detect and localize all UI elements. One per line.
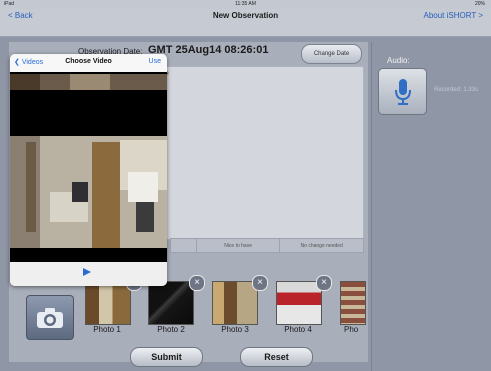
reset-button[interactable]: Reset <box>240 347 313 367</box>
photo-label: Pho <box>344 325 359 334</box>
about-button[interactable]: About iSHORT > <box>423 11 483 20</box>
photo-label: Photo 4 <box>284 325 312 334</box>
choose-video-popover: Choose Video ❮ Videos Use <box>10 54 167 286</box>
submit-button[interactable]: Submit <box>130 347 203 367</box>
videos-back-button[interactable]: ❮ Videos <box>14 58 43 66</box>
photo-label: Photo 1 <box>93 325 121 334</box>
photo-thumbnail[interactable] <box>212 281 258 325</box>
observation-text-field[interactable] <box>150 66 364 240</box>
video-frame-image <box>10 72 167 262</box>
play-icon[interactable] <box>82 267 92 277</box>
videos-back-label: Videos <box>21 59 44 66</box>
page-title: New Observation <box>212 11 279 20</box>
chevron-left-icon: ❮ <box>14 59 20 66</box>
video-preview[interactable] <box>10 72 167 262</box>
clock-label: 11:35 AM <box>235 1 256 7</box>
back-button[interactable]: < Back <box>8 11 33 20</box>
camera-button[interactable] <box>26 295 74 340</box>
segment-no-change-needed[interactable]: No change needed <box>279 239 363 252</box>
microphone-icon <box>394 78 411 105</box>
photo-thumbnail[interactable] <box>276 281 322 325</box>
record-audio-button[interactable] <box>378 68 427 115</box>
segment-1[interactable] <box>171 239 196 252</box>
status-bar: iPad 11:35 AM 20% <box>0 0 491 9</box>
battery-label: 20% <box>474 1 485 7</box>
delete-photo-icon[interactable]: × <box>189 275 205 291</box>
segment-nice-to-have[interactable]: Nice to have <box>195 239 280 252</box>
photo-thumbnail[interactable] <box>340 281 366 325</box>
audio-label: Audio: <box>387 56 410 65</box>
photo-thumbnail[interactable] <box>148 281 194 325</box>
photo-label: Photo 3 <box>221 325 249 334</box>
delete-photo-icon[interactable]: × <box>252 275 268 291</box>
use-video-button[interactable]: Use <box>149 58 161 65</box>
camera-icon <box>37 307 63 328</box>
priority-segmented-control: Nice to have No change needed <box>170 238 364 253</box>
change-date-button[interactable]: Change Date <box>301 44 362 64</box>
photo-label: Photo 2 <box>157 325 185 334</box>
recorded-duration: Recorded: 1.33s <box>434 87 479 93</box>
photo-thumbnail[interactable] <box>85 281 131 325</box>
delete-photo-icon[interactable]: × <box>316 275 332 291</box>
